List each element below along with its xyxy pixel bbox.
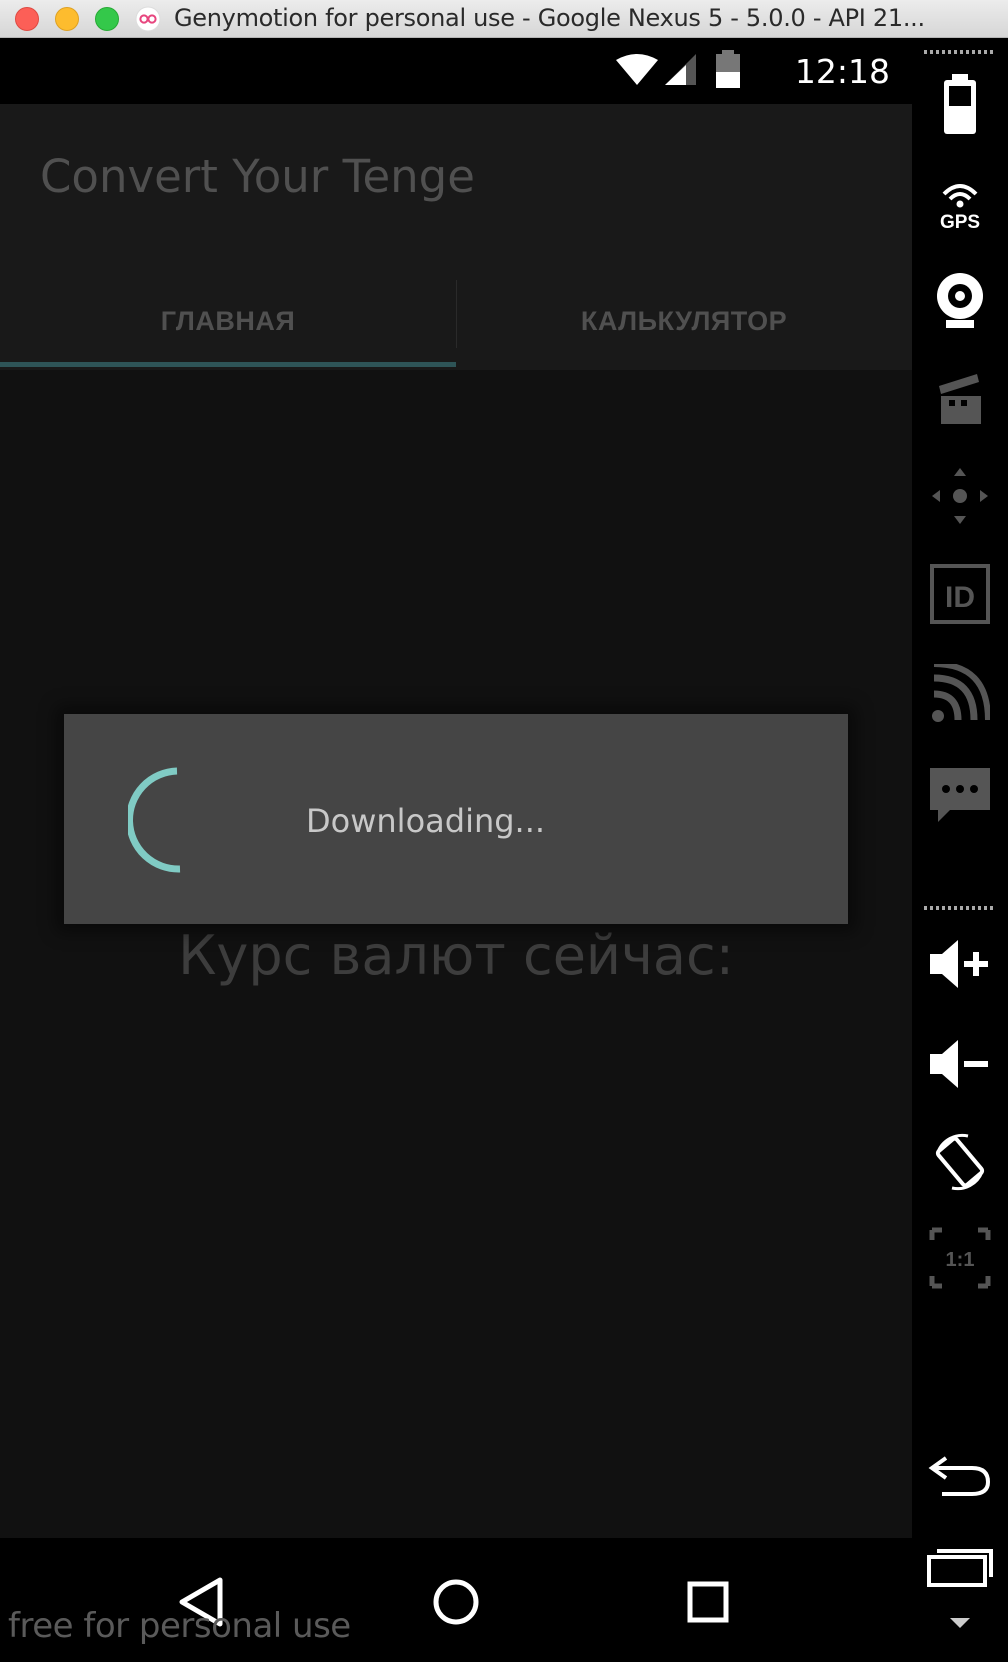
back-icon[interactable] [918,1434,1002,1518]
window-titlebar: Genymotion for personal use - Google Nex… [0,0,1008,38]
app-screen: Convert Your Tenge ГЛАВНАЯ КАЛЬКУЛЯТОР К… [0,104,912,1538]
recents-icon[interactable] [918,1524,1002,1608]
scale-label: 1:1 [946,1249,975,1271]
tab-main[interactable]: ГЛАВНАЯ [0,272,456,370]
genymotion-toolbar: GPS ID 1:1 [912,38,1008,1662]
battery-icon[interactable] [918,62,1002,146]
dpad-icon[interactable] [918,454,1002,538]
watermark: free for personal use [8,1606,351,1646]
sms-icon[interactable] [918,754,1002,838]
toolbar-separator [924,906,996,910]
device-id-icon[interactable]: ID [918,552,1002,636]
menu-icon[interactable] [918,1598,1002,1648]
status-bar: 12:18 [0,38,912,104]
webcam-icon[interactable] [918,258,1002,342]
gps-icon[interactable]: GPS [918,162,1002,246]
home-icon[interactable] [416,1562,496,1642]
dialog-message: Downloading... [306,802,546,840]
window-close-button[interactable] [15,7,39,31]
window-title: Genymotion for personal use - Google Nex… [174,4,925,32]
scale-icon[interactable]: 1:1 [918,1216,1002,1300]
action-bar: Convert Your Tenge [0,104,912,272]
toolbar-separator [924,50,996,54]
network-icon[interactable] [918,652,1002,736]
app-title: Convert Your Tenge [40,150,475,203]
volume-down-icon[interactable] [918,1022,1002,1106]
status-time: 12:18 [794,52,890,91]
rates-heading: Курс валют сейчас: [178,924,734,987]
tab-bar: ГЛАВНАЯ КАЛЬКУЛЯТОР [0,272,912,370]
battery-icon [716,50,740,88]
window-maximize-button[interactable] [95,7,119,31]
tab-selected-indicator [0,362,456,367]
tab-calculator[interactable]: КАЛЬКУЛЯТОР [456,272,912,370]
screencast-icon[interactable] [918,356,1002,440]
device-id-label: ID [945,581,975,614]
wifi-icon [616,54,658,85]
window-minimize-button[interactable] [55,7,79,31]
progress-dialog: Downloading... [64,714,848,924]
gps-label: GPS [940,212,980,233]
volume-up-icon[interactable] [918,922,1002,1006]
rotate-icon[interactable] [918,1120,1002,1204]
loading-spinner-icon [128,767,181,873]
genymotion-logo-icon [135,6,161,32]
signal-icon [665,54,696,85]
recents-icon[interactable] [668,1562,748,1642]
